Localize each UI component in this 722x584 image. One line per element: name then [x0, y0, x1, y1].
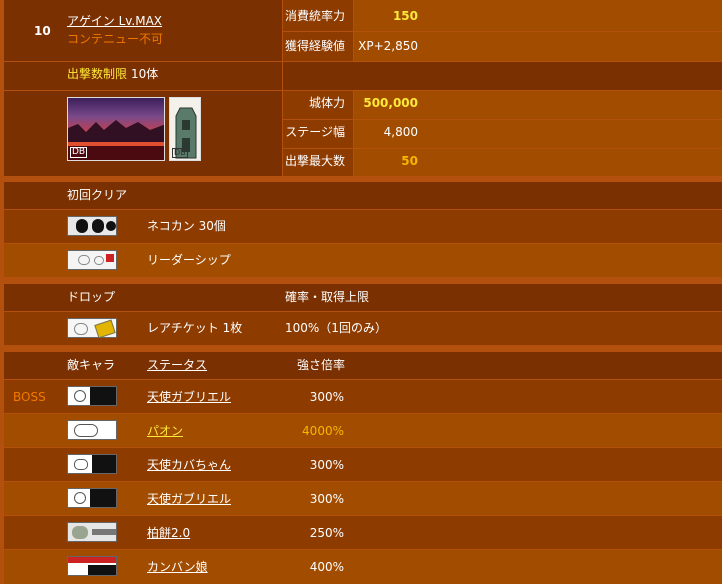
stat-value: 4,800	[383, 125, 418, 139]
enemy-multiplier: 300%	[309, 458, 344, 472]
enemy-name-link[interactable]: 天使ガブリエル	[147, 492, 231, 506]
enemy-name-link[interactable]: パオン	[147, 424, 183, 438]
deploy-limit-value: 10体	[131, 67, 159, 81]
boss-label: BOSS	[13, 390, 46, 404]
stat-label: ステージ幅	[285, 125, 345, 139]
drop-item-label: レアチケット 1枚	[147, 321, 243, 335]
enemy-gabriel-icon[interactable]	[67, 386, 117, 406]
enemy-kaba-icon[interactable]	[67, 454, 117, 474]
deploy-limit-label: 出撃数制限	[67, 67, 128, 81]
enemy-multiplier: 250%	[309, 526, 344, 540]
enemy-multiplier: 4000%	[302, 424, 344, 438]
enemy-name-link[interactable]: 天使ガブリエル	[147, 390, 231, 404]
cat-food-icon	[67, 216, 117, 236]
drop-header: ドロップ	[67, 290, 116, 304]
enemy-multiplier: 300%	[309, 390, 344, 404]
enemy-castle-thumbnail[interactable]: DB	[169, 97, 201, 161]
deploy-limit-fill	[283, 62, 722, 90]
stat-value: XP+2,850	[358, 39, 418, 53]
enemy-name-link[interactable]: カンバン娘	[147, 560, 208, 574]
enemy-paon-icon[interactable]	[67, 420, 117, 440]
stat-value: 50	[401, 154, 418, 168]
enemy-name-link[interactable]: 柏餅2.0	[147, 526, 190, 540]
stat-label: 城体力	[308, 96, 345, 110]
enemy-multiplier: 300%	[309, 492, 344, 506]
drop-rate-header: 確率・取得上限	[285, 290, 370, 304]
status-sort-link[interactable]: ステータス	[147, 358, 207, 372]
db-badge: DB	[172, 148, 188, 158]
stage-background-thumbnail[interactable]: DB	[67, 97, 165, 161]
enemy-kashiwamochi-icon[interactable]	[67, 522, 117, 542]
stage-number: 10	[34, 24, 51, 38]
reward-label: リーダーシップ	[147, 253, 231, 267]
enemy-gabriel-icon[interactable]	[67, 488, 117, 508]
continue-note: コンテニュー不可	[67, 32, 164, 46]
enemy-header-label: 敵キャラ	[67, 358, 116, 372]
leadership-icon	[67, 250, 117, 270]
reward-label: ネコカン 30個	[147, 219, 226, 233]
stat-value: 150	[392, 9, 418, 23]
stat-value: 500,000	[363, 96, 418, 110]
stage-name-link[interactable]: アゲイン Lv.MAX	[67, 14, 162, 28]
stat-label: 出撃最大数	[284, 154, 345, 168]
stat-label: 獲得経験値	[284, 39, 345, 53]
multiplier-header: 強さ倍率	[297, 358, 346, 372]
drop-item-rate: 100%（1回のみ）	[285, 321, 387, 335]
stat-label: 消費統率力	[284, 9, 345, 23]
first-clear-header: 初回クリア	[67, 188, 128, 202]
rare-ticket-icon	[67, 318, 117, 338]
enemy-name-link[interactable]: 天使カバちゃん	[147, 458, 231, 472]
enemy-kanban-musume-icon[interactable]	[67, 556, 117, 576]
db-badge: DB	[70, 147, 88, 158]
enemy-multiplier: 400%	[309, 560, 344, 574]
